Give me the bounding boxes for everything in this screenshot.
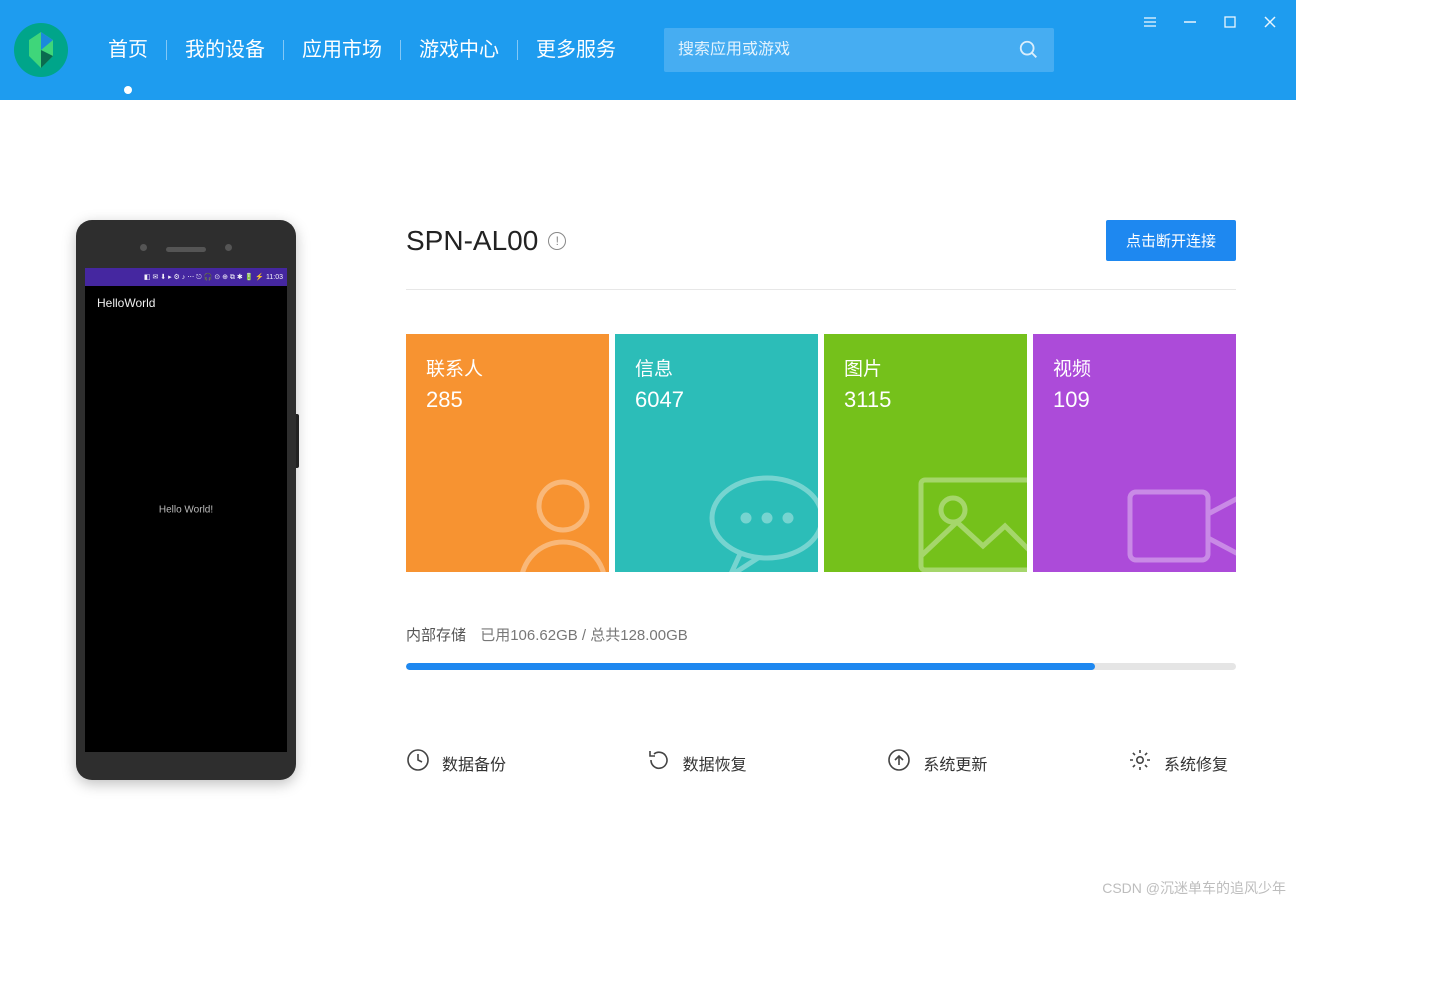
tile-value: 3115 xyxy=(844,387,1007,413)
device-panel: SPN-AL00 ! 点击断开连接 联系人 285 信息 6047 图片 3115 视频 10… xyxy=(406,220,1236,780)
action-row: 数据备份 数据恢复 系统更新 系统修复 xyxy=(406,748,1236,777)
repair-icon xyxy=(1128,748,1152,777)
action-label: 数据备份 xyxy=(442,751,506,775)
device-name-text: SPN-AL00 xyxy=(406,225,538,257)
restore-icon xyxy=(647,748,671,777)
tile-video[interactable]: 视频 109 xyxy=(1033,334,1236,572)
device-name: SPN-AL00 ! xyxy=(406,225,566,257)
phone-app-title: HelloWorld xyxy=(85,286,287,320)
phone-statusbar: ◧ ✉ ⬇ ▸ ⚙ ♪ ⋯ ⎋ 🎧 ⊙ ⊕ ⧉ ✱ 🔋 ⚡ 11:03 xyxy=(85,268,287,286)
tile-label: 信息 xyxy=(635,354,798,381)
backup-icon xyxy=(406,748,430,777)
action-label: 系统更新 xyxy=(923,751,987,775)
phone-sensor xyxy=(140,244,147,251)
tile-message[interactable]: 信息 6047 xyxy=(615,334,818,572)
app-logo xyxy=(14,23,68,77)
phone-screen-text: Hello World! xyxy=(159,505,213,516)
nav-item-0[interactable]: 首页 xyxy=(90,40,166,60)
tile-value: 6047 xyxy=(635,387,798,413)
search-box[interactable] xyxy=(664,28,1054,72)
category-tiles: 联系人 285 信息 6047 图片 3115 视频 109 xyxy=(406,334,1236,572)
phone-speaker xyxy=(85,230,287,268)
phone-preview: ◧ ✉ ⬇ ▸ ⚙ ♪ ⋯ ⎋ 🎧 ⊙ ⊕ ⧉ ✱ 🔋 ⚡ 11:03 Hell… xyxy=(76,220,296,780)
phone-camera xyxy=(225,244,232,251)
main-content: ◧ ✉ ⬇ ▸ ⚙ ♪ ⋯ ⎋ 🎧 ⊙ ⊕ ⧉ ✱ 🔋 ⚡ 11:03 Hell… xyxy=(0,100,1296,780)
search-icon[interactable] xyxy=(1018,39,1040,61)
disconnect-button[interactable]: 点击断开连接 xyxy=(1106,220,1236,261)
phone-screen: ◧ ✉ ⬇ ▸ ⚙ ♪ ⋯ ⎋ 🎧 ⊙ ⊕ ⧉ ✱ 🔋 ⚡ 11:03 Hell… xyxy=(85,268,287,752)
action-backup[interactable]: 数据备份 xyxy=(406,748,506,777)
action-label: 系统修复 xyxy=(1164,751,1228,775)
menu-icon[interactable] xyxy=(1142,14,1158,30)
watermark: CSDN @沉迷单车的追风少年 xyxy=(1102,878,1286,898)
tile-value: 285 xyxy=(426,387,589,413)
nav-item-2[interactable]: 应用市场 xyxy=(284,40,400,60)
storage-progress-fill xyxy=(406,663,1095,670)
tile-image[interactable]: 图片 3115 xyxy=(824,334,1027,572)
tile-value: 109 xyxy=(1053,387,1216,413)
phone-power-button xyxy=(296,414,299,468)
tile-label: 图片 xyxy=(844,354,1007,381)
action-update[interactable]: 系统更新 xyxy=(887,748,987,777)
nav-item-3[interactable]: 游戏中心 xyxy=(401,40,517,60)
close-icon[interactable] xyxy=(1262,14,1278,30)
action-label: 数据恢复 xyxy=(683,751,747,775)
update-icon xyxy=(887,748,911,777)
action-repair[interactable]: 系统修复 xyxy=(1128,748,1228,777)
device-header: SPN-AL00 ! 点击断开连接 xyxy=(406,220,1236,290)
tile-label: 联系人 xyxy=(426,354,589,381)
tile-label: 视频 xyxy=(1053,354,1216,381)
storage-used-text: 已用106.62GB / 总共128.00GB xyxy=(480,627,688,644)
window-controls xyxy=(1142,14,1278,30)
storage-label: 内部存储 已用106.62GB / 总共128.00GB xyxy=(406,624,1236,645)
storage-title: 内部存储 xyxy=(406,627,466,644)
nav-item-4[interactable]: 更多服务 xyxy=(518,40,634,60)
tile-contact[interactable]: 联系人 285 xyxy=(406,334,609,572)
search-input[interactable] xyxy=(678,41,1018,59)
status-icons: ◧ ✉ ⬇ ▸ ⚙ ♪ ⋯ ⎋ 🎧 ⊙ ⊕ ⧉ ✱ 🔋 ⚡ 11:03 xyxy=(144,273,283,282)
maximize-icon[interactable] xyxy=(1222,14,1238,30)
main-nav: 首页我的设备应用市场游戏中心更多服务 xyxy=(90,40,634,60)
app-header: 首页我的设备应用市场游戏中心更多服务 xyxy=(0,0,1296,100)
minimize-icon[interactable] xyxy=(1182,14,1198,30)
nav-item-1[interactable]: 我的设备 xyxy=(167,40,283,60)
storage-section: 内部存储 已用106.62GB / 总共128.00GB xyxy=(406,624,1236,670)
storage-progress xyxy=(406,663,1236,670)
info-icon[interactable]: ! xyxy=(548,232,566,250)
action-restore[interactable]: 数据恢复 xyxy=(647,748,747,777)
